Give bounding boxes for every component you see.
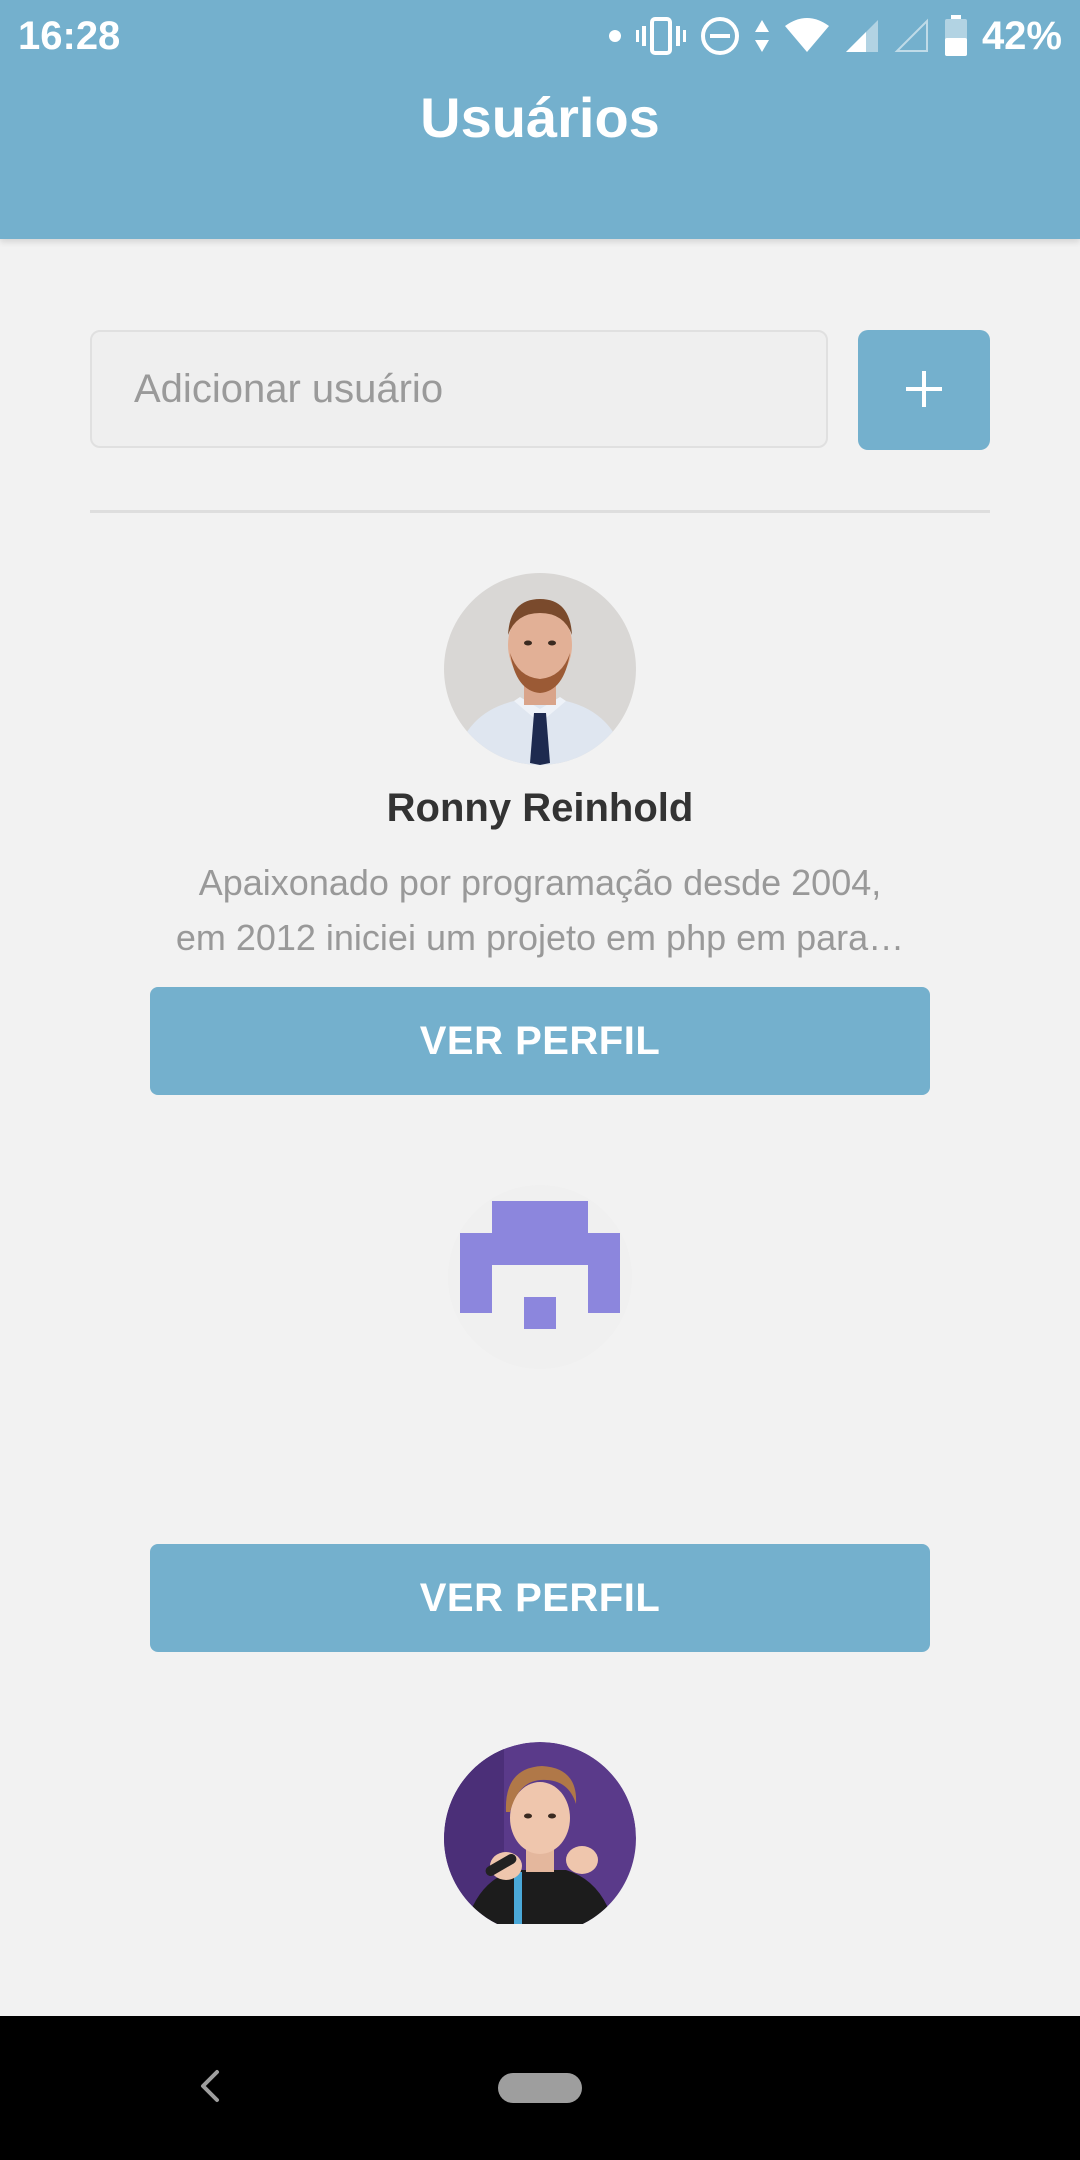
user-avatar (444, 1742, 636, 1924)
status-bar: 16:28 42% (0, 0, 1080, 72)
user-bio-line: em 2012 iniciei um projeto em php em par… (175, 917, 905, 958)
user-name: Ronny Reinhold (386, 786, 694, 830)
data-transfer-icon (754, 18, 770, 54)
view-profile-button[interactable]: VER PERFIL (150, 1544, 930, 1652)
back-button[interactable] (184, 2056, 234, 2120)
wifi-icon (784, 18, 830, 54)
user-bio: Apaixonado por programação desde 2004, e… (140, 855, 940, 965)
battery-percent: 42% (981, 14, 1062, 58)
add-user-input[interactable] (90, 330, 828, 448)
back-icon (197, 2068, 221, 2109)
home-button[interactable] (498, 2073, 582, 2103)
battery-icon (944, 15, 968, 57)
add-user-row (90, 330, 990, 450)
navigation-bar (0, 2016, 1080, 2160)
add-user-button[interactable] (858, 330, 990, 450)
divider (90, 510, 990, 513)
cell-signal-icon (844, 18, 880, 54)
user-card: Ronny Reinhold Apaixonado por programaçã… (0, 573, 1080, 1095)
user-avatar (448, 1185, 632, 1369)
status-icons: 42% (608, 10, 1062, 62)
user-card (0, 1742, 1080, 1942)
do-not-disturb-icon (700, 16, 740, 56)
status-time: 16:28 (18, 14, 121, 58)
user-card: VER PERFIL (0, 1185, 1080, 1655)
vibrate-icon (635, 16, 686, 56)
cell-signal-empty-icon (894, 18, 930, 54)
user-avatar (444, 573, 636, 765)
screen: 16:28 42% Usuários Adicionar usuário Ron… (0, 0, 1080, 2160)
notification-dot-icon (608, 29, 622, 43)
app-header: 16:28 42% Usuários (0, 0, 1080, 239)
plus-icon (904, 369, 944, 412)
user-bio-line: Apaixonado por programação desde 2004, (198, 862, 882, 903)
page-title: Usuários (420, 86, 660, 149)
view-profile-button[interactable]: VER PERFIL (150, 987, 930, 1095)
